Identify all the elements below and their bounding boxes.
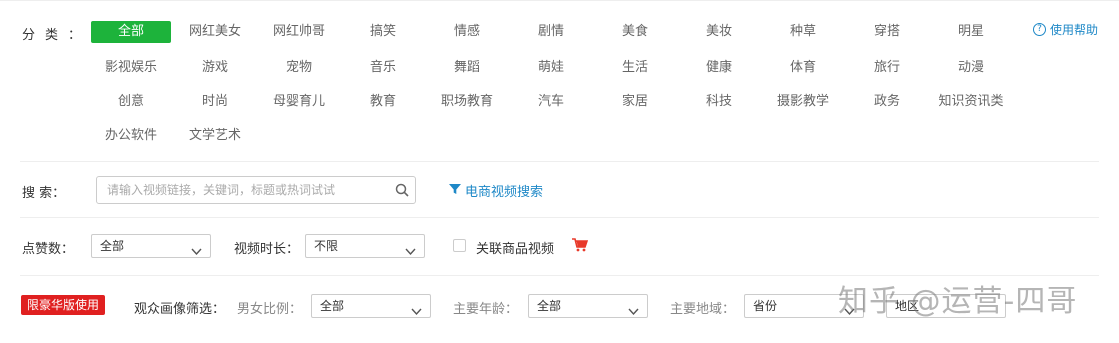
category-item[interactable]: 美食	[593, 21, 677, 43]
category-item[interactable]: 全部	[91, 21, 171, 43]
audience-filter-title: 观众画像筛选：	[134, 302, 226, 317]
filter-icon	[449, 183, 461, 199]
ecommerce-video-search-link[interactable]: 电商视频搜索	[449, 181, 543, 200]
duration-label: 视频时长：	[234, 242, 300, 257]
gender-label: 男女比例：	[237, 302, 303, 317]
age-select[interactable]: 全部	[528, 294, 648, 318]
category-item[interactable]: 情感	[425, 21, 509, 43]
search-box	[96, 176, 416, 204]
category-item[interactable]: 游戏	[173, 57, 257, 79]
age-select-value: 全部	[537, 299, 562, 313]
ecommerce-video-search-label: 电商视频搜索	[465, 185, 544, 200]
related-goods-label: 关联商品视频	[476, 242, 555, 257]
category-item[interactable]: 文学艺术	[173, 125, 257, 147]
category-item[interactable]: 影视娱乐	[89, 57, 173, 79]
category-item[interactable]: 明星	[929, 21, 1013, 43]
category-label-colon: ：	[68, 28, 82, 43]
chevron-down-icon	[411, 301, 422, 323]
help-icon: ?	[1033, 23, 1046, 36]
likes-label: 点赞数：	[22, 242, 75, 257]
category-item[interactable]: 职场教育	[425, 91, 509, 113]
category-item[interactable]: 政务	[845, 91, 929, 113]
top-border	[0, 0, 1119, 1]
category-item[interactable]: 美妆	[677, 21, 761, 43]
category-item[interactable]: 健康	[677, 57, 761, 79]
category-item[interactable]: 种草	[761, 21, 845, 43]
chevron-down-icon	[628, 301, 639, 323]
search-input[interactable]	[107, 177, 397, 203]
category-item[interactable]: 萌娃	[509, 57, 593, 79]
category-item[interactable]: 宠物	[257, 57, 341, 79]
category-item[interactable]: 搞笑	[341, 21, 425, 43]
category-item[interactable]: 网红美女	[173, 21, 257, 43]
duration-select[interactable]: 不限	[305, 234, 425, 258]
category-item[interactable]: 家居	[593, 91, 677, 113]
category-item[interactable]: 汽车	[509, 91, 593, 113]
category-item[interactable]: 母婴育儿	[257, 91, 341, 113]
gender-select[interactable]: 全部	[311, 294, 431, 318]
search-icon[interactable]	[395, 183, 409, 201]
shopping-cart-icon	[572, 238, 589, 256]
help-link[interactable]: ? 使用帮助	[1033, 21, 1098, 38]
category-item[interactable]: 舞蹈	[425, 57, 509, 79]
category-item[interactable]: 知识资讯类	[929, 91, 1013, 113]
gender-select-value: 全部	[320, 299, 345, 313]
category-item[interactable]: 网红帅哥	[257, 21, 341, 43]
age-label: 主要年龄：	[453, 302, 519, 317]
duration-select-value: 不限	[314, 239, 339, 253]
category-item[interactable]: 生活	[593, 57, 677, 79]
divider	[20, 217, 1099, 218]
category-item[interactable]: 教育	[341, 91, 425, 113]
category-item[interactable]: 剧情	[509, 21, 593, 43]
category-item[interactable]: 时尚	[173, 91, 257, 113]
category-item[interactable]: 体育	[761, 57, 845, 79]
region-label: 主要地域：	[670, 302, 736, 317]
category-label-text: 分类	[22, 28, 69, 43]
category-item[interactable]: 办公软件	[89, 125, 173, 147]
related-goods-checkbox[interactable]	[453, 239, 466, 252]
likes-select-value: 全部	[100, 239, 125, 253]
search-label: 搜 索：	[22, 186, 66, 201]
watermark: 知乎 @运营-四哥	[838, 284, 1078, 319]
premium-badge: 限豪华版使用	[21, 295, 106, 315]
chevron-down-icon	[191, 241, 202, 263]
chevron-down-icon	[405, 241, 416, 263]
help-label: 使用帮助	[1050, 23, 1099, 37]
province-select-value: 省份	[753, 299, 778, 313]
category-item[interactable]: 创意	[89, 91, 173, 113]
category-item[interactable]: 动漫	[929, 57, 1013, 79]
divider	[20, 161, 1099, 162]
category-item[interactable]: 穿搭	[845, 21, 929, 43]
category-label: 分类：	[22, 24, 81, 43]
category-item[interactable]: 音乐	[341, 57, 425, 79]
category-item[interactable]: 摄影教学	[761, 91, 845, 113]
category-item[interactable]: 科技	[677, 91, 761, 113]
likes-select[interactable]: 全部	[91, 234, 211, 258]
category-item[interactable]: 旅行	[845, 57, 929, 79]
